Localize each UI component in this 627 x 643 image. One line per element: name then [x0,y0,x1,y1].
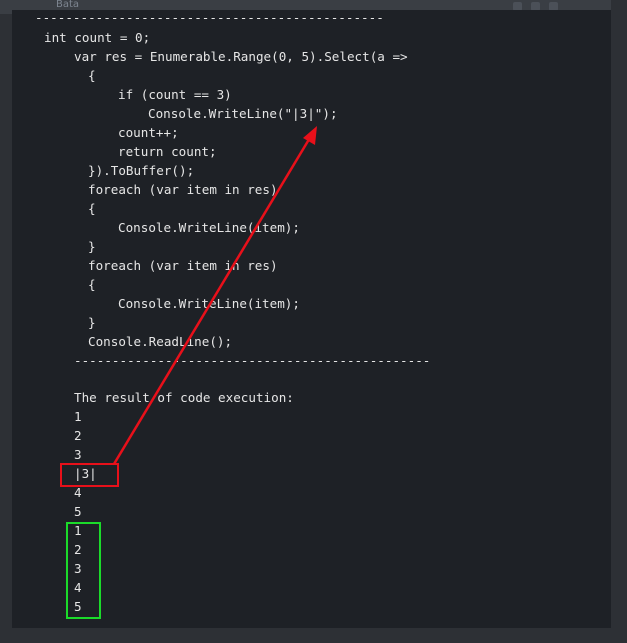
annotation-arrow [112,126,317,465]
arrow-shaft [112,135,313,465]
arrow-head-icon [303,126,317,145]
